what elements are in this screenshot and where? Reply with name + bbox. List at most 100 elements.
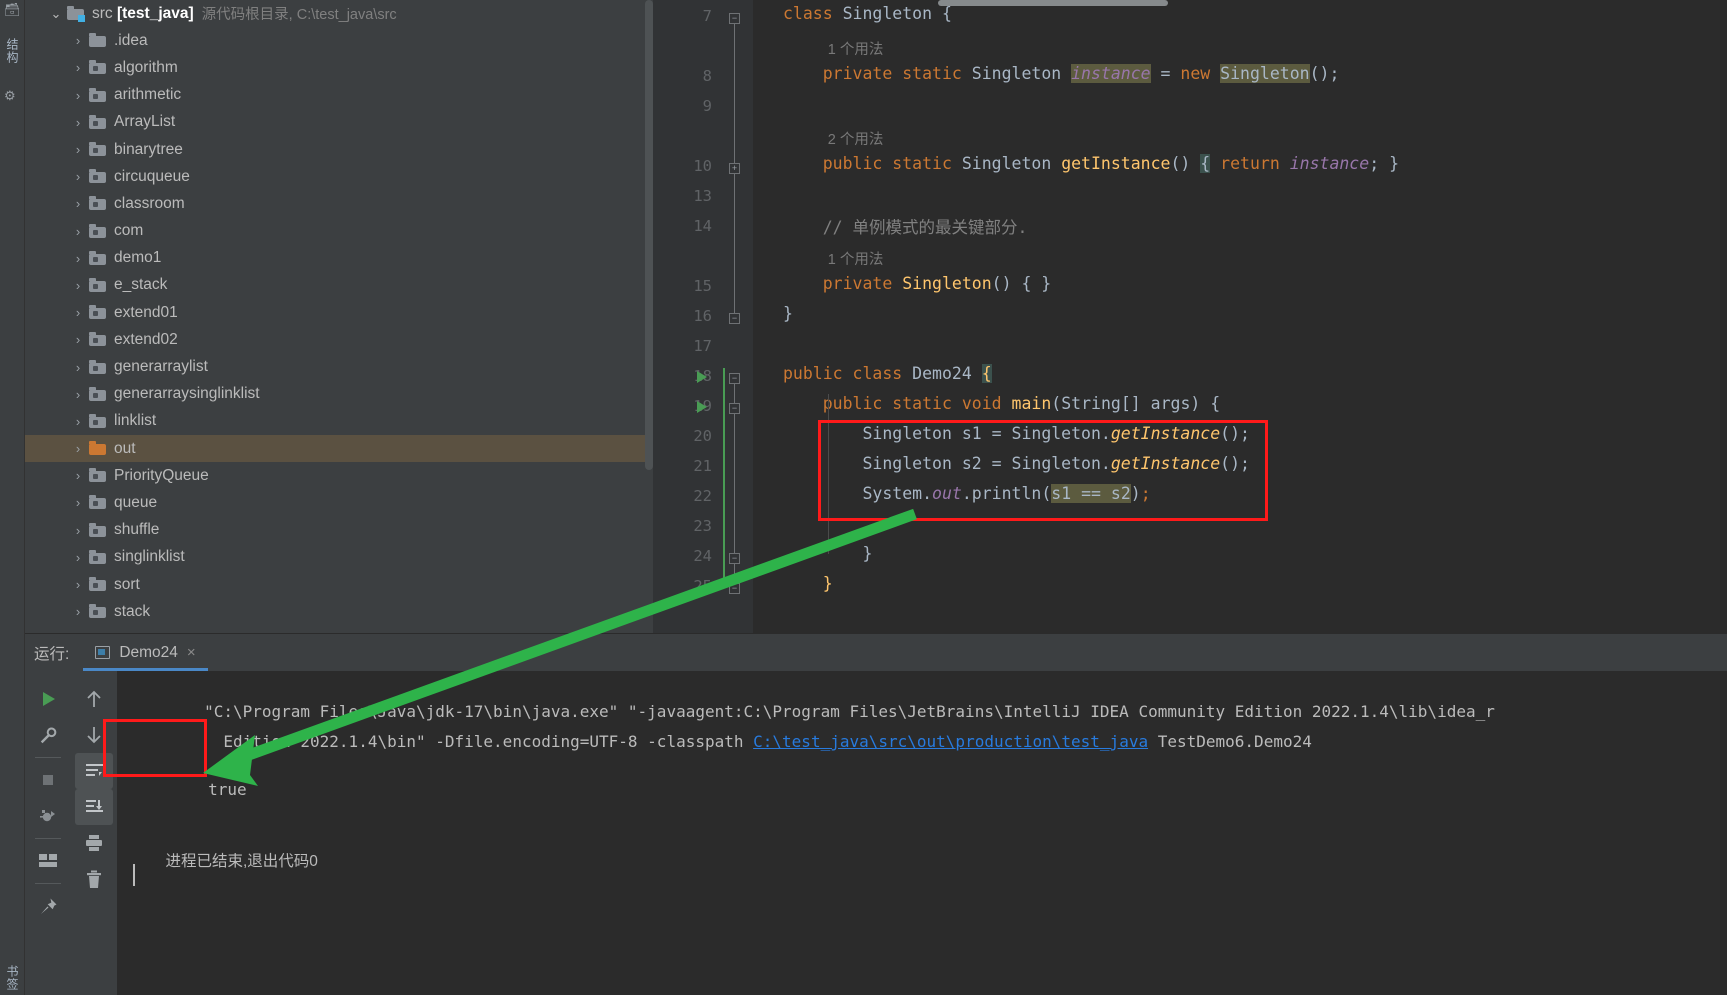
run-tab-demo24[interactable]: Demo24 × [83,634,209,671]
chevron-right-icon[interactable]: › [67,33,89,48]
chevron-right-icon[interactable]: › [67,196,89,211]
chevron-right-icon[interactable]: › [67,278,89,293]
tree-row-label: binarytree [114,140,183,158]
trash-button[interactable] [75,861,113,897]
code-line-21[interactable]: Singleton s2 = Singleton.getInstance(); [783,454,1249,473]
scroll-to-end-button[interactable] [75,789,113,825]
chevron-right-icon[interactable]: › [67,360,89,375]
chevron-right-icon[interactable]: › [67,169,89,184]
code-line-16[interactable]: } [783,304,793,323]
chevron-right-icon[interactable]: › [67,523,89,538]
tree-row-binarytree[interactable]: › binarytree [25,136,653,163]
tree-row-generarraysinglinklist[interactable]: › generarraysinglinklist [25,381,653,408]
tree-scrollbar[interactable] [645,0,653,470]
tree-row-extend02[interactable]: › extend02 [25,326,653,353]
chevron-right-icon[interactable]: › [67,305,89,320]
code-line-15[interactable]: private Singleton() { } [783,274,1052,293]
tree-row-extend01[interactable]: › extend01 [25,299,653,326]
bug-button[interactable] [29,798,67,834]
code-text-area[interactable]: class Singleton { 1 个用法 private static Si… [753,0,1727,633]
tree-row-algorithm[interactable]: › algorithm [25,54,653,81]
tree-row-arithmetic[interactable]: › arithmetic [25,82,653,109]
project-window-icon[interactable]: 🗃 [4,2,21,18]
project-tree[interactable]: ⌄ src [test_java] 源代码根目录, C:\test_java\s… [25,0,653,633]
code-line-18[interactable]: public class Demo24 { [783,364,992,383]
fold-handle-class-demo24[interactable]: − [729,373,740,384]
print-button[interactable] [75,825,113,861]
chevron-right-icon[interactable]: › [67,60,89,75]
tree-row-generarraylist[interactable]: › generarraylist [25,353,653,380]
chevron-right-icon[interactable]: › [67,88,89,103]
chevron-right-icon[interactable]: › [67,604,89,619]
tree-row-root[interactable]: ⌄ src [test_java] 源代码根目录, C:\test_java\s… [25,0,653,27]
tree-row-queue[interactable]: › queue [25,489,653,516]
console-output[interactable]: "C:\Program Files\Java\jdk-17\bin\java.e… [117,671,1727,995]
inlay-usage-hint[interactable]: 2 个用法 [828,128,884,149]
up-button[interactable] [75,681,113,717]
code-line-8[interactable]: private static Singleton instance = new … [783,64,1339,83]
tree-row-e_stack[interactable]: › e_stack [25,272,653,299]
sidebar-tab-bookmarks[interactable]: 书签 [4,965,21,991]
fold-handle-demo24-end[interactable]: − [729,583,740,594]
code-line-22[interactable]: System.out.println(s1 == s2); [783,484,1151,503]
fold-handle-class-end[interactable]: − [729,313,740,324]
tree-row-label: linklist [114,412,157,430]
down-button[interactable] [75,717,113,753]
tree-row-label: algorithm [114,58,178,76]
layout-button[interactable] [29,843,67,879]
fold-handle-main[interactable]: − [729,403,740,414]
tree-row-circuqueue[interactable]: › circuqueue [25,163,653,190]
chevron-right-icon[interactable]: › [67,251,89,266]
soft-wrap-button[interactable] [75,753,113,789]
code-line-7[interactable]: class Singleton { [783,4,952,23]
chevron-right-icon[interactable]: › [67,577,89,592]
structure-icon[interactable]: ⚙ [4,88,16,104]
tree-row-com[interactable]: › com [25,218,653,245]
tree-row-out[interactable]: › out [25,435,653,463]
chevron-right-icon[interactable]: › [67,224,89,239]
tree-row-demo1[interactable]: › demo1 [25,245,653,272]
chevron-right-icon[interactable]: › [67,142,89,157]
chevron-right-icon[interactable]: › [67,495,89,510]
chevron-right-icon[interactable]: › [67,468,89,483]
tree-row-shuffle[interactable]: › shuffle [25,517,653,544]
code-line-25[interactable]: } [783,574,833,593]
folder-icon [89,33,106,48]
fold-handle-getinstance[interactable]: + [729,163,740,174]
console-exit-message: 进程已结束,退出代码0 [131,831,317,889]
chevron-right-icon[interactable]: › [67,550,89,565]
code-line-10[interactable]: public static Singleton getInstance() { … [783,154,1399,173]
run-class-icon[interactable] [697,371,707,383]
toolbar-separator-2 [35,838,61,839]
tree-row-linklist[interactable]: › linklist [25,408,653,435]
code-line-20[interactable]: Singleton s1 = Singleton.getInstance(); [783,424,1249,443]
code-line-19[interactable]: public static void main(String[] args) { [783,394,1220,413]
tree-row-classroom[interactable]: › classroom [25,190,653,217]
chevron-down-icon[interactable]: ⌄ [45,6,67,22]
pin-button[interactable] [29,888,67,924]
tree-row-.idea[interactable]: › .idea [25,27,653,54]
fold-handle-main-end[interactable]: − [729,553,740,564]
code-line-14[interactable]: // 单例模式的最关键部分. [783,214,1028,238]
inlay-usage-hint[interactable]: 1 个用法 [828,248,884,269]
tree-row-stack[interactable]: › stack [25,598,653,625]
chevron-right-icon[interactable]: › [67,387,89,402]
inlay-usage-hint[interactable]: 1 个用法 [828,38,884,59]
tree-row-arraylist[interactable]: › ArrayList [25,109,653,136]
chevron-right-icon[interactable]: › [67,441,89,456]
tree-row-sort[interactable]: › sort [25,571,653,598]
tree-row-priorityqueue[interactable]: › PriorityQueue [25,462,653,489]
chevron-right-icon[interactable]: › [67,332,89,347]
stop-button[interactable] [29,762,67,798]
chevron-right-icon[interactable]: › [67,414,89,429]
settings-button[interactable] [29,717,67,753]
rerun-button[interactable] [29,681,67,717]
close-icon[interactable]: × [187,644,196,661]
fold-handle-class-singleton[interactable]: − [729,13,740,24]
run-main-icon[interactable] [697,401,707,413]
tree-row-singlinklist[interactable]: › singlinklist [25,544,653,571]
sidebar-tab-structure[interactable]: 结构 [4,38,21,64]
chevron-right-icon[interactable]: › [67,115,89,130]
code-editor[interactable]: 7 8 9 10 13 14 15 16 17 18 19 20 21 22 23 24 25 class Si… [653,0,1727,633]
classpath-link[interactable]: C:\test_java\src\out\production\test_jav… [753,732,1148,751]
